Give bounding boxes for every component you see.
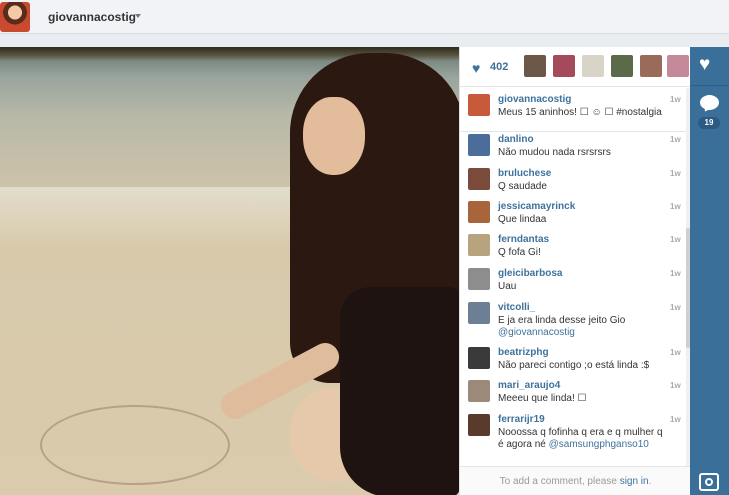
comment-text: Não mudou nada rsrsrsrs xyxy=(498,147,611,158)
avatar[interactable] xyxy=(468,94,490,116)
avatar[interactable] xyxy=(468,234,490,256)
avatar[interactable] xyxy=(468,134,490,156)
comment-username[interactable]: ferrarijr19 xyxy=(498,414,545,425)
comment-username[interactable]: mari_araujo4 xyxy=(498,380,560,391)
comment-time: 1w xyxy=(670,202,681,211)
comment-body: E ja era linda desse jeito Gio xyxy=(498,315,626,326)
sign-in-link[interactable]: sign in xyxy=(620,476,649,487)
comment-username[interactable]: giovannacostig xyxy=(498,94,571,105)
photo-body xyxy=(340,287,459,495)
post-photo[interactable] xyxy=(0,47,459,495)
liker-avatar[interactable] xyxy=(667,55,689,77)
avatar[interactable] xyxy=(468,168,490,190)
header-username[interactable]: giovannacostig xyxy=(48,10,136,24)
comment-username[interactable]: danlino xyxy=(498,134,534,145)
comment-list: giovannacostig Meus 15 aninhos! ☐ ☺ ☐ #n… xyxy=(460,88,691,466)
like-heart-icon[interactable]: ♥ xyxy=(699,55,710,75)
add-comment-text: To add a comment, please xyxy=(499,476,617,487)
liker-avatar[interactable] xyxy=(611,55,633,77)
divider xyxy=(690,85,729,86)
instagram-camera-icon[interactable] xyxy=(699,473,719,491)
avatar[interactable] xyxy=(468,414,490,436)
comment-text: Uau xyxy=(498,281,517,292)
comment-time: 1w xyxy=(670,415,681,424)
comment-username[interactable]: beatrizphg xyxy=(498,347,549,358)
action-sidebar: ♥ 19 xyxy=(690,47,729,495)
comment-time: 1w xyxy=(670,269,681,278)
comment-text: Não pareci contigo ;o está linda :$ xyxy=(498,360,650,371)
likes-row: ♥ 402 xyxy=(460,47,691,87)
avatar[interactable] xyxy=(468,268,490,290)
heart-icon: ♥ xyxy=(472,60,481,76)
post-side-panel: ♥ 402 giovannacostig Meus 15 aninhos! ☐ … xyxy=(459,47,691,495)
avatar[interactable] xyxy=(468,302,490,324)
comment-text: Que lindaa xyxy=(498,214,547,225)
liker-avatar[interactable] xyxy=(582,55,604,77)
comment-username[interactable]: gleicibarbosa xyxy=(498,268,562,279)
liker-avatar[interactable] xyxy=(524,55,546,77)
comment-time: 1w xyxy=(670,235,681,244)
comment-time: 1w xyxy=(670,348,681,357)
user-avatar[interactable] xyxy=(0,2,30,32)
add-comment-suffix: . xyxy=(648,476,652,487)
mention-link[interactable]: @giovannacostig xyxy=(498,327,575,338)
photo-sand-drawing xyxy=(40,405,230,485)
comment-bubble-icon[interactable] xyxy=(700,95,719,110)
comment-username[interactable]: bruluchese xyxy=(498,168,551,179)
comment-time: 1w xyxy=(670,169,681,178)
mention-link[interactable]: @samsungphganso10 xyxy=(549,439,649,450)
comment-time: 1w xyxy=(670,135,681,144)
top-bar: giovannacostig xyxy=(0,0,729,34)
chevron-down-icon[interactable] xyxy=(135,14,141,18)
comment-text: E ja era linda desse jeito Gio @giovanna… xyxy=(498,315,668,339)
comment-time: 1w xyxy=(670,303,681,312)
comment-text: Meus 15 aninhos! ☐ ☺ ☐ #nostalgia xyxy=(498,107,662,118)
comment-text: Nooossa q fofinha q era e q mulher q é a… xyxy=(498,427,668,451)
avatar[interactable] xyxy=(468,380,490,402)
like-count[interactable]: 402 xyxy=(490,61,508,73)
avatar[interactable] xyxy=(468,201,490,223)
comment-text: Meeeu que linda! ☐ xyxy=(498,393,587,404)
photo-face xyxy=(303,97,365,175)
caption-comment: giovannacostig Meus 15 aninhos! ☐ ☺ ☐ #n… xyxy=(460,94,691,132)
comment-text: Q saudade xyxy=(498,181,547,192)
comment-username[interactable]: vitcolli_ xyxy=(498,302,535,313)
liker-avatar[interactable] xyxy=(640,55,662,77)
comment-text: Q fofa Gi! xyxy=(498,247,541,258)
avatar[interactable] xyxy=(468,347,490,369)
comment-username[interactable]: jessicamayrinck xyxy=(498,201,575,212)
comment-time: 1w xyxy=(670,381,681,390)
comment-username[interactable]: ferndantas xyxy=(498,234,549,245)
liker-avatar[interactable] xyxy=(553,55,575,77)
comment-count-badge: 19 xyxy=(698,117,720,129)
add-comment-prompt: To add a comment, please sign in. xyxy=(460,466,691,495)
comment-time: 1w xyxy=(670,95,681,104)
